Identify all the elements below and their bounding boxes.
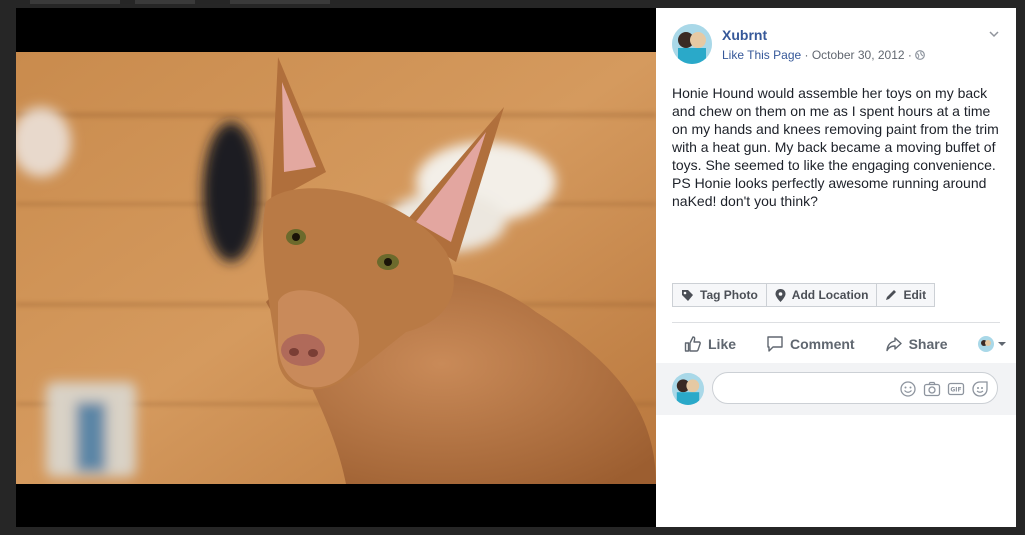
post-panel: Xubrnt Like This Page · October 30, 2012…	[656, 8, 1016, 527]
post-caption: Honie Hound would assemble her toys on m…	[672, 85, 999, 209]
tag-photo-button[interactable]: Tag Photo	[672, 283, 767, 307]
emoji-icon[interactable]	[899, 380, 917, 398]
tag-icon	[682, 289, 693, 301]
comment-input[interactable]	[725, 373, 899, 405]
background-shape	[230, 0, 330, 4]
comment-input-box[interactable]: GIF	[712, 372, 998, 405]
edit-button[interactable]: Edit	[876, 283, 936, 307]
like-button[interactable]: Like	[684, 335, 736, 353]
ufi-actions: Like Comment Share	[672, 330, 1006, 358]
gif-icon[interactable]: GIF	[947, 380, 965, 398]
reaction-selector[interactable]	[977, 336, 1006, 352]
post-meta: Like This Page · October 30, 2012 ·	[722, 48, 926, 62]
divider	[672, 322, 1000, 323]
post-date[interactable]: October 30, 2012	[812, 48, 905, 62]
post-header: Xubrnt Like This Page · October 30, 2012…	[672, 24, 1000, 68]
location-pin-icon	[775, 288, 786, 302]
comment-button[interactable]: Comment	[766, 335, 855, 353]
small-avatar-icon	[977, 336, 994, 352]
comment-composer: GIF	[656, 363, 1016, 415]
photo-actions: Tag Photo Add Location Edit	[672, 283, 936, 307]
like-label: Like	[708, 336, 737, 352]
comment-label: Comment	[790, 336, 855, 352]
pencil-icon	[886, 290, 897, 300]
comment-icons: GIF	[899, 380, 989, 398]
comment-icon	[767, 336, 783, 352]
commenter-avatar-image	[672, 373, 704, 405]
edit-label: Edit	[903, 288, 927, 302]
add-location-button[interactable]: Add Location	[765, 283, 878, 307]
background-shape	[135, 0, 195, 4]
camera-icon[interactable]	[923, 380, 941, 398]
avatar-image	[672, 24, 712, 64]
svg-text:GIF: GIF	[950, 387, 961, 394]
author-name[interactable]: Xubrnt	[722, 27, 767, 43]
thumbs-up-icon	[684, 336, 701, 352]
share-label: Share	[908, 336, 948, 352]
share-icon	[885, 337, 902, 352]
avatar[interactable]	[672, 24, 712, 64]
photo-stage[interactable]	[16, 8, 656, 527]
add-location-label: Add Location	[791, 288, 869, 302]
share-button[interactable]: Share	[885, 335, 948, 353]
like-page-link[interactable]: Like This Page	[722, 48, 801, 62]
background-shape	[30, 0, 120, 4]
globe-icon	[915, 50, 926, 60]
caret-down-icon	[997, 342, 1006, 346]
commenter-avatar	[672, 373, 704, 405]
meta-separator: ·	[801, 48, 812, 62]
dog-photo	[16, 52, 656, 484]
chevron-down-icon[interactable]	[988, 28, 1000, 40]
tag-photo-label: Tag Photo	[700, 288, 758, 302]
sticker-icon[interactable]	[971, 380, 989, 398]
